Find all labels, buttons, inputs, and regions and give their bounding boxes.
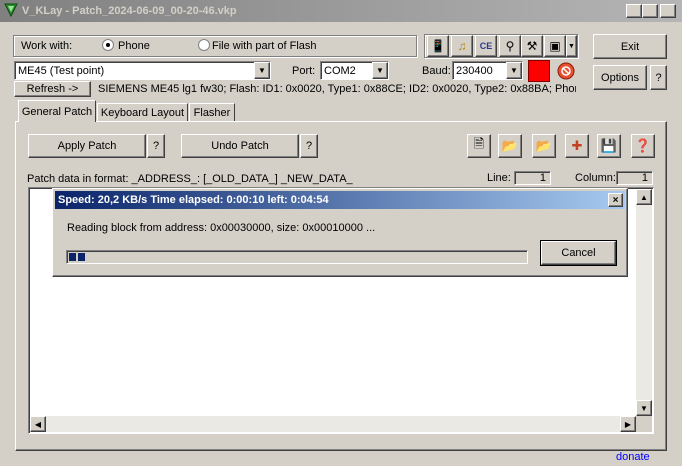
- save-icon[interactable]: 💾: [597, 134, 621, 158]
- undo-patch-help-button[interactable]: ?: [300, 134, 318, 158]
- open-recent-icon[interactable]: 📂: [532, 134, 556, 158]
- app-logo-icon: [4, 3, 18, 18]
- bell-icon[interactable]: ♫: [451, 35, 473, 57]
- title-bar: V_KLay - Patch_2024-06-09_00-20-46.vkp _…: [0, 0, 682, 22]
- baud-value: 230400: [456, 64, 493, 77]
- connection-status-indicator: [528, 60, 550, 82]
- open-folder-icon[interactable]: 📂: [498, 134, 522, 158]
- line-value: 1: [514, 171, 551, 185]
- dialog-close-button[interactable]: ×: [608, 193, 623, 207]
- port-label: Port:: [292, 65, 316, 77]
- apply-patch-button[interactable]: Apply Patch: [28, 134, 146, 158]
- tab-general-patch[interactable]: General Patch: [18, 100, 96, 122]
- phone-info-text: SIEMENS ME45 lg1 fw30; Flash: ID1: 0x002…: [98, 83, 576, 95]
- column-label: Column:: [575, 172, 616, 184]
- port-select[interactable]: COM2 ▼: [320, 61, 389, 80]
- phone-model-value: ME45 (Test point): [18, 64, 105, 77]
- exit-button[interactable]: Exit: [593, 34, 667, 59]
- maximize-button[interactable]: □: [642, 4, 658, 18]
- progress-fill: [69, 253, 87, 261]
- window-icon[interactable]: ▣: [544, 35, 566, 57]
- progress-bar: [66, 250, 528, 264]
- options-button[interactable]: Options: [593, 65, 647, 90]
- dialog-title: Speed: 20,2 KB/s Time elapsed: 0:00:10 l…: [58, 194, 329, 206]
- phone-radio[interactable]: [102, 39, 114, 51]
- scroll-up-button[interactable]: ▲: [636, 189, 652, 205]
- scroll-right-button[interactable]: ▶: [620, 416, 636, 432]
- options-help-button[interactable]: ?: [650, 65, 667, 90]
- cancel-button[interactable]: Cancel: [540, 240, 617, 266]
- add-folder-icon[interactable]: ✚: [565, 134, 589, 158]
- tools-dropdown-arrow[interactable]: ▼: [566, 35, 577, 57]
- phones-icon[interactable]: 📱: [427, 35, 449, 57]
- line-label: Line:: [487, 172, 511, 184]
- window-title: V_KLay - Patch_2024-06-09_00-20-46.vkp: [22, 5, 237, 17]
- close-window-button[interactable]: ×: [660, 4, 676, 18]
- scroll-down-button[interactable]: ▼: [636, 400, 652, 416]
- ce-icon[interactable]: CE: [475, 35, 497, 57]
- baud-label: Baud:: [422, 65, 451, 77]
- donate-link[interactable]: donate: [616, 451, 650, 463]
- scroll-corner: [636, 416, 652, 432]
- format-label: Patch data in format: _ADDRESS_: [_OLD_D…: [27, 173, 353, 185]
- flash-file-radio[interactable]: [198, 39, 210, 51]
- minimize-button[interactable]: _: [626, 4, 642, 18]
- chevron-down-icon[interactable]: ▼: [372, 62, 388, 79]
- phone-radio-label[interactable]: Phone: [118, 40, 150, 52]
- baud-select[interactable]: 230400 ▼: [452, 61, 523, 80]
- tools-icon[interactable]: ⚒: [521, 35, 543, 57]
- refresh-button[interactable]: Refresh ->: [14, 81, 91, 97]
- undo-patch-button[interactable]: Undo Patch: [181, 134, 299, 158]
- new-file-icon[interactable]: 🗎: [467, 134, 491, 158]
- tab-flasher[interactable]: Flasher: [189, 103, 235, 122]
- search-chip-icon[interactable]: ⚲: [499, 35, 521, 57]
- chevron-down-icon[interactable]: ▼: [254, 62, 270, 79]
- stop-icon[interactable]: [557, 62, 575, 80]
- vertical-scrollbar[interactable]: [636, 189, 652, 416]
- phone-model-select[interactable]: ME45 (Test point) ▼: [14, 61, 271, 80]
- progress-dialog: Speed: 20,2 KB/s Time elapsed: 0:00:10 l…: [52, 188, 628, 277]
- chevron-down-icon[interactable]: ▼: [506, 62, 522, 79]
- port-value: COM2: [324, 64, 356, 77]
- work-with-label: Work with:: [21, 40, 73, 52]
- flash-file-radio-label[interactable]: File with part of Flash: [212, 40, 317, 52]
- scroll-left-button[interactable]: ◀: [30, 416, 46, 432]
- save-help-icon[interactable]: ❓: [631, 134, 655, 158]
- dialog-title-bar: Speed: 20,2 KB/s Time elapsed: 0:00:10 l…: [55, 191, 625, 209]
- horizontal-scrollbar[interactable]: [30, 416, 636, 432]
- tab-keyboard-layout[interactable]: Keyboard Layout: [97, 103, 188, 122]
- dialog-message: Reading block from address: 0x00030000, …: [67, 222, 376, 234]
- apply-patch-help-button[interactable]: ?: [147, 134, 165, 158]
- column-value: 1: [616, 171, 653, 185]
